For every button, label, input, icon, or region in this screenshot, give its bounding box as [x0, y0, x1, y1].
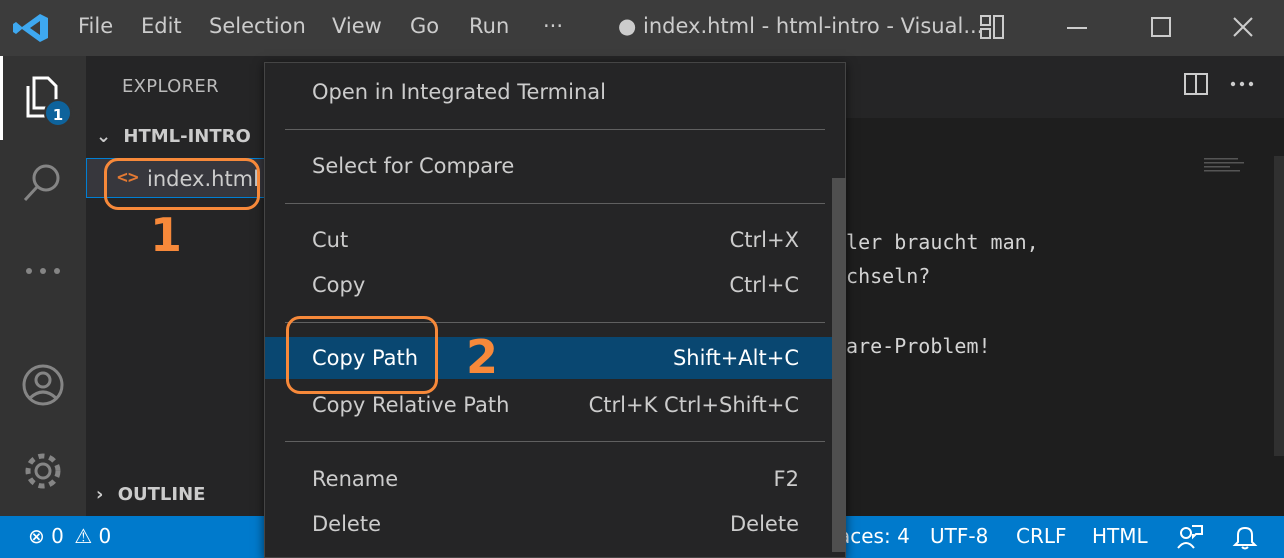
feedback-icon[interactable]	[1176, 524, 1204, 550]
menu-item-shortcut: Ctrl+K Ctrl+Shift+C	[588, 393, 799, 417]
account-icon[interactable]	[20, 362, 66, 408]
outline-header[interactable]: › OUTLINE	[96, 484, 205, 505]
more-icon[interactable]	[20, 248, 66, 294]
activity-bar	[0, 56, 86, 516]
folder-header[interactable]: ⌄ HTML-INTRO	[96, 126, 251, 147]
menu-item-label: Copy Relative Path	[312, 393, 510, 417]
minimap[interactable]	[1204, 156, 1264, 176]
menu-item-shortcut: Ctrl+X	[729, 228, 799, 252]
menu-separator	[285, 129, 825, 130]
problems-indicator[interactable]: ⊗ 0 ⚠ 0	[28, 524, 111, 548]
menu-item-label: Copy	[312, 273, 366, 297]
menu-selection[interactable]: Selection	[209, 14, 306, 38]
menu-edit[interactable]: Edit	[141, 14, 182, 38]
context-menu-scrollbar[interactable]	[832, 178, 846, 552]
code-line-1[interactable]: kler braucht man,	[834, 230, 1039, 254]
menu-separator	[285, 203, 825, 204]
maximize-icon[interactable]	[1146, 12, 1176, 42]
window-title: ● index.html - html-intro - Visual...	[618, 14, 984, 38]
menu-item-shortcut: F2	[773, 467, 799, 491]
indentation-status[interactable]: aces: 4	[838, 524, 910, 548]
language-status[interactable]: HTML	[1092, 524, 1148, 548]
minimize-icon[interactable]	[1062, 12, 1092, 42]
menu-go[interactable]: Go	[410, 14, 439, 38]
eol-status[interactable]: CRLF	[1016, 524, 1067, 548]
search-icon[interactable]	[20, 160, 66, 206]
menu-item-label: Delete	[312, 512, 381, 536]
annotation-number-1: 1	[150, 208, 183, 262]
encoding-status[interactable]: UTF-8	[930, 524, 988, 548]
more-actions-icon[interactable]	[1228, 70, 1256, 98]
menu-item-delete[interactable]: Delete Delete	[265, 503, 845, 545]
active-indicator	[0, 56, 3, 140]
explorer-badge: 1	[44, 99, 72, 127]
warning-count: 0	[98, 524, 112, 548]
menu-item-copy[interactable]: Copy Ctrl+C	[265, 264, 845, 306]
folder-name: HTML-INTRO	[123, 126, 251, 147]
chevron-right-icon: ›	[96, 484, 104, 505]
menu-item-shortcut: Delete	[730, 512, 799, 536]
gear-icon[interactable]	[20, 448, 66, 494]
layout-icon[interactable]	[978, 12, 1006, 42]
annotation-box-2	[286, 316, 438, 394]
menu-file[interactable]: File	[78, 14, 113, 38]
error-icon: ⊗	[28, 524, 45, 548]
outline-title: OUTLINE	[117, 484, 206, 505]
context-menu: Open in Integrated Terminal Select for C…	[264, 62, 846, 558]
menu-item-cut[interactable]: Cut Ctrl+X	[265, 219, 845, 261]
error-count: 0	[51, 524, 64, 548]
annotation-number-2: 2	[466, 330, 499, 384]
menu-run[interactable]: Run	[469, 14, 509, 38]
menu-item-label: Cut	[312, 228, 349, 252]
menu-item-rename[interactable]: Rename F2	[265, 458, 845, 500]
editor-scrollbar[interactable]	[1274, 156, 1284, 456]
menu-item-label: Select for Compare	[312, 154, 515, 178]
notifications-bell-icon[interactable]	[1232, 524, 1258, 550]
menu-view[interactable]: View	[332, 14, 382, 38]
chevron-down-icon: ⌄	[96, 126, 112, 147]
code-line-2[interactable]: echseln?	[834, 264, 930, 288]
title-bar: File Edit Selection View Go Run ··· ● in…	[0, 0, 1284, 56]
menu-more[interactable]: ···	[543, 14, 563, 38]
explorer-title: EXPLORER	[122, 76, 219, 97]
code-line-4[interactable]: ware-Problem!	[834, 334, 991, 358]
menu-item-label: Open in Integrated Terminal	[312, 80, 606, 104]
menu-item-select-compare[interactable]: Select for Compare	[265, 145, 845, 187]
close-icon[interactable]	[1228, 12, 1258, 42]
warning-icon: ⚠	[74, 524, 93, 548]
annotation-box-1	[104, 158, 260, 210]
menu-separator	[285, 441, 825, 442]
menu-item-label: Rename	[312, 467, 399, 491]
menu-item-open-terminal[interactable]: Open in Integrated Terminal	[265, 71, 845, 113]
split-editor-icon[interactable]	[1182, 70, 1210, 98]
menu-item-shortcut: Shift+Alt+C	[672, 346, 799, 370]
vscode-logo-icon	[13, 14, 48, 42]
menu-item-shortcut: Ctrl+C	[729, 273, 799, 297]
